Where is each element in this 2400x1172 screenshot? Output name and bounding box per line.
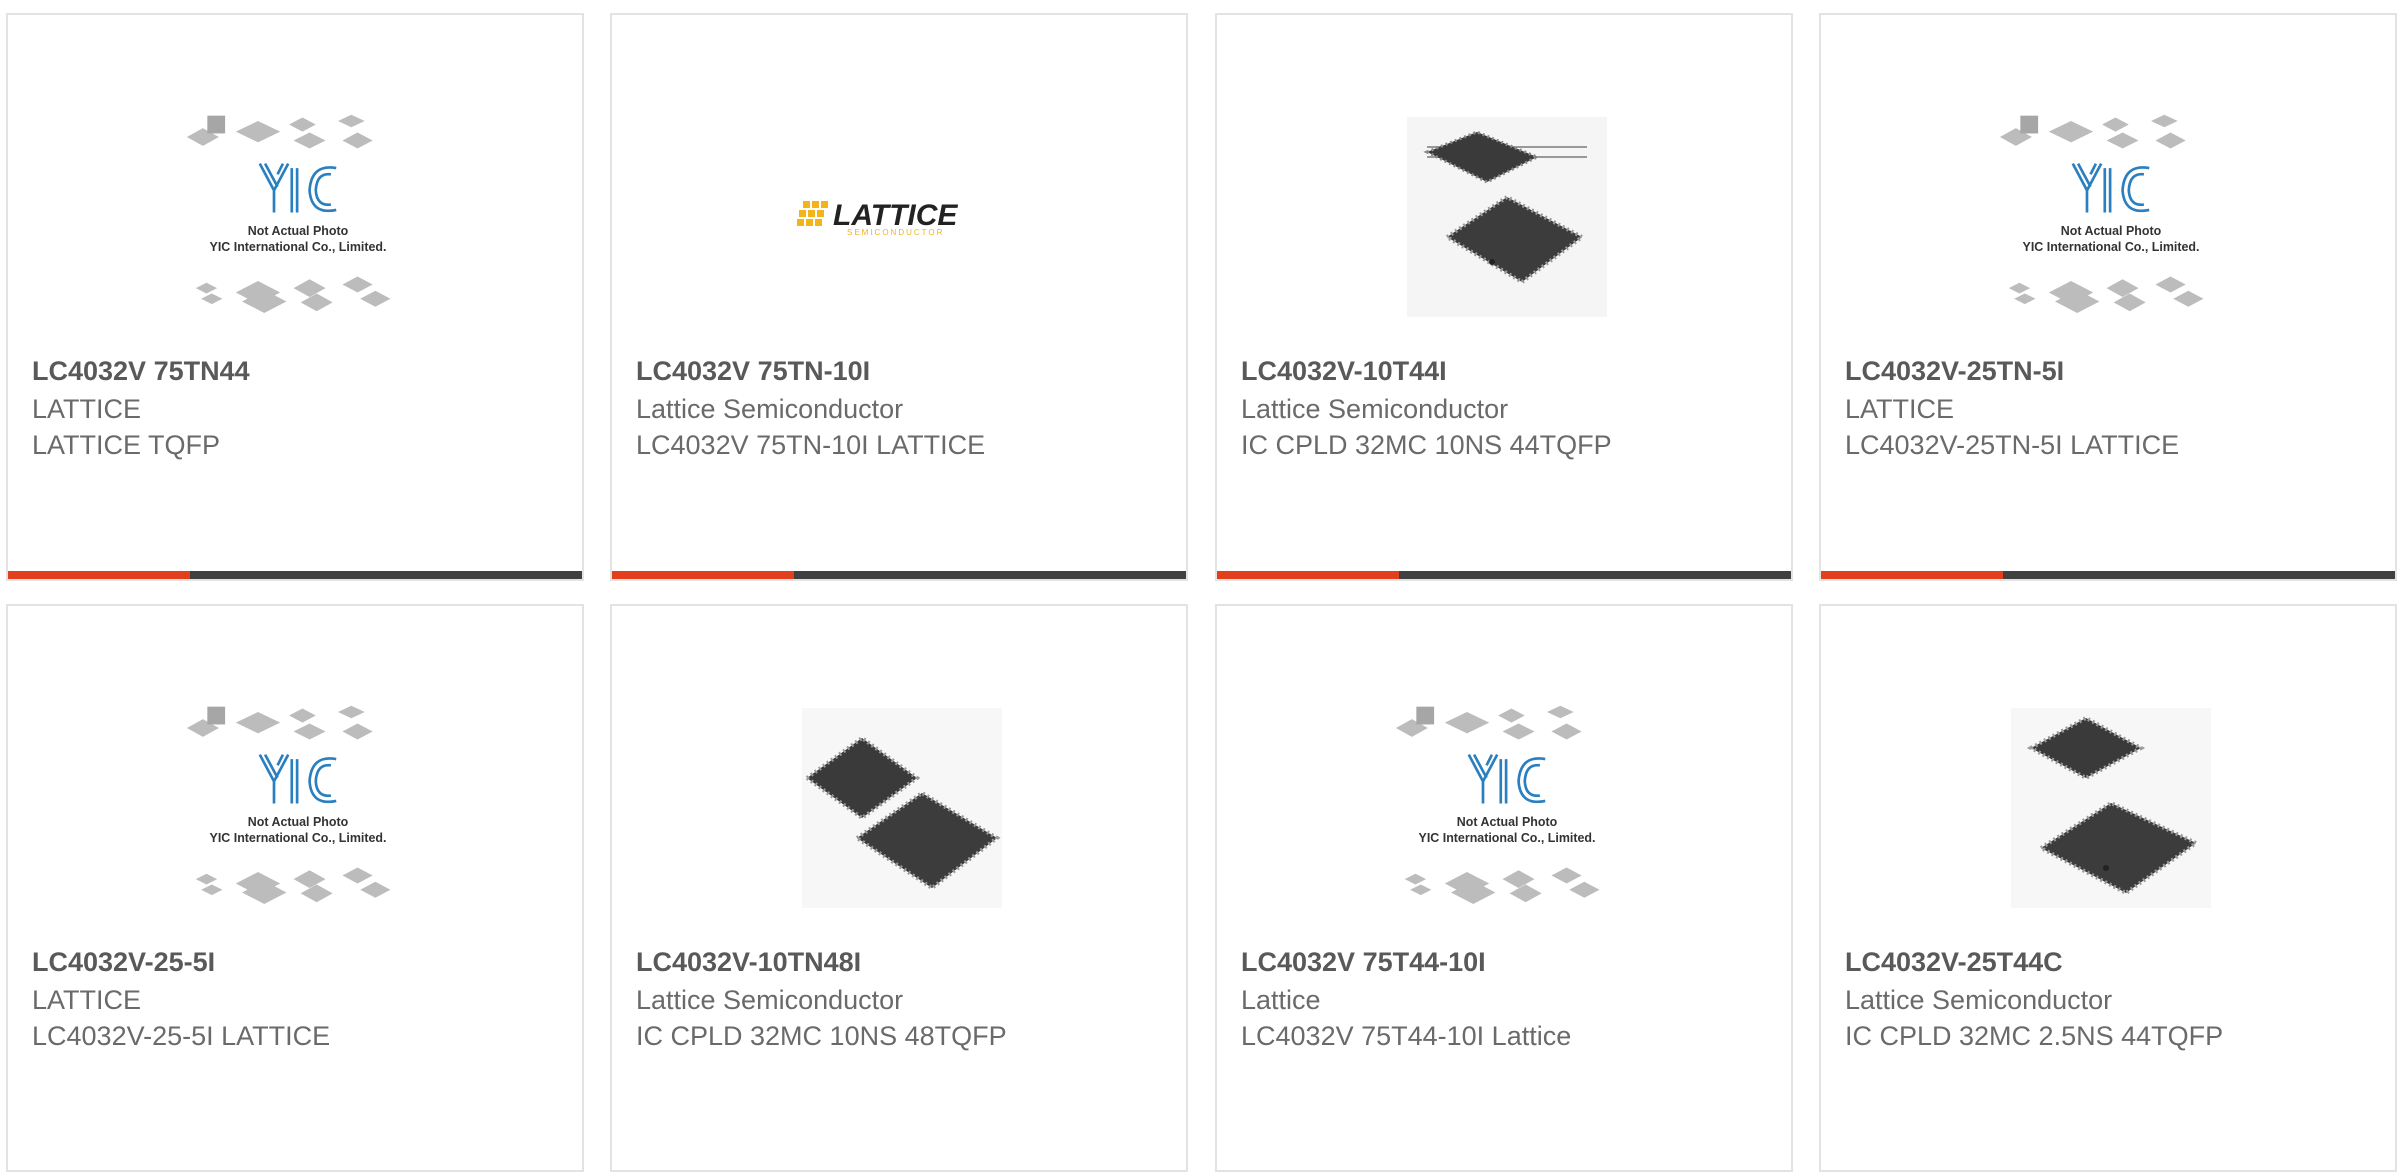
placeholder-line1: Not Actual Photo [2061, 224, 2162, 238]
placeholder-line2: YIC International Co., Limited. [1419, 831, 1596, 845]
product-description: IC CPLD 32MC 10NS 48TQFP [636, 1021, 1007, 1051]
product-manufacturer: Lattice Semiconductor [1241, 394, 1509, 424]
product-description: LC4032V-25-5I LATTICE [32, 1021, 331, 1051]
placeholder-line2: YIC International Co., Limited. [2023, 240, 2200, 254]
product-description: LATTICE TQFP [32, 430, 221, 460]
yic-placeholder-image[interactable]: Not Actual Photo YIC International Co., … [178, 688, 418, 928]
card-accent-bar [612, 571, 1186, 579]
product-manufacturer: Lattice Semiconductor [636, 985, 904, 1015]
product-card[interactable]: Not Actual Photo YIC International Co., … [1819, 13, 2397, 581]
product-card[interactable]: Not Actual Photo YIC International Co., … [6, 13, 584, 581]
lattice-logo-image[interactable]: LATTICE SEMICONDUCTOR [782, 97, 1022, 337]
product-part-number[interactable]: LC4032V-25T44C [1845, 947, 2063, 978]
product-card[interactable]: Not Actual Photo YIC International Co., … [6, 604, 584, 1172]
product-manufacturer: LATTICE [32, 394, 142, 424]
yic-placeholder-image[interactable]: Not Actual Photo YIC International Co., … [178, 97, 418, 337]
product-part-number[interactable]: LC4032V 75T44-10I [1241, 947, 1486, 978]
product-part-number[interactable]: LC4032V-10TN48I [636, 947, 861, 978]
product-card[interactable]: LC4032V-25T44C Lattice Semiconductor IC … [1819, 604, 2397, 1172]
product-manufacturer: LATTICE [32, 985, 142, 1015]
product-part-number[interactable]: LC4032V 75TN44 [32, 356, 250, 387]
yic-placeholder-image[interactable]: Not Actual Photo YIC International Co., … [1387, 688, 1627, 928]
placeholder-line1: Not Actual Photo [1457, 815, 1558, 829]
product-description: LC4032V-25TN-5I LATTICE [1845, 430, 2180, 460]
card-accent-bar [1821, 571, 2395, 579]
card-accent-bar [1217, 571, 1791, 579]
product-card[interactable]: Not Actual Photo YIC International Co., … [1215, 604, 1793, 1172]
product-description: LC4032V 75TN-10I LATTICE [636, 430, 986, 460]
card-accent-segment [612, 571, 794, 579]
lattice-logo-subtext: SEMICONDUCTOR [847, 228, 944, 237]
card-accent-segment [1217, 571, 1399, 579]
product-manufacturer: Lattice [1241, 985, 1321, 1015]
product-part-number[interactable]: LC4032V-10T44I [1241, 356, 1447, 387]
placeholder-line2: YIC International Co., Limited. [210, 831, 387, 845]
tqfp-chip-image[interactable] [1387, 97, 1627, 337]
product-description: LC4032V 75T44-10I Lattice [1241, 1021, 1572, 1051]
product-card[interactable]: LC4032V-10TN48I Lattice Semiconductor IC… [610, 604, 1188, 1172]
product-manufacturer: LATTICE [1845, 394, 1955, 424]
product-manufacturer: Lattice Semiconductor [1845, 985, 2113, 1015]
product-grid: Not Actual Photo YIC International Co., … [0, 0, 2400, 1172]
card-accent-segment [1821, 571, 2003, 579]
product-part-number[interactable]: LC4032V 75TN-10I [636, 356, 870, 387]
product-description: IC CPLD 32MC 2.5NS 44TQFP [1845, 1021, 2224, 1051]
card-accent-segment [8, 571, 190, 579]
yic-placeholder-image[interactable]: Not Actual Photo YIC International Co., … [1991, 97, 2231, 337]
card-accent-bar [8, 571, 582, 579]
product-description: IC CPLD 32MC 10NS 44TQFP [1241, 430, 1612, 460]
tqfp-chip-image[interactable] [1991, 688, 2231, 928]
product-part-number[interactable]: LC4032V-25TN-5I [1845, 356, 2064, 387]
product-manufacturer: Lattice Semiconductor [636, 394, 904, 424]
placeholder-line1: Not Actual Photo [248, 224, 349, 238]
placeholder-line2: YIC International Co., Limited. [210, 240, 387, 254]
product-card[interactable]: LATTICE SEMICONDUCTOR LC4032V 75TN-10I L… [610, 13, 1188, 581]
product-part-number[interactable]: LC4032V-25-5I [32, 947, 215, 978]
tqfp-chip-image[interactable] [782, 688, 1022, 928]
placeholder-line1: Not Actual Photo [248, 815, 349, 829]
product-card[interactable]: LC4032V-10T44I Lattice Semiconductor IC … [1215, 13, 1793, 581]
